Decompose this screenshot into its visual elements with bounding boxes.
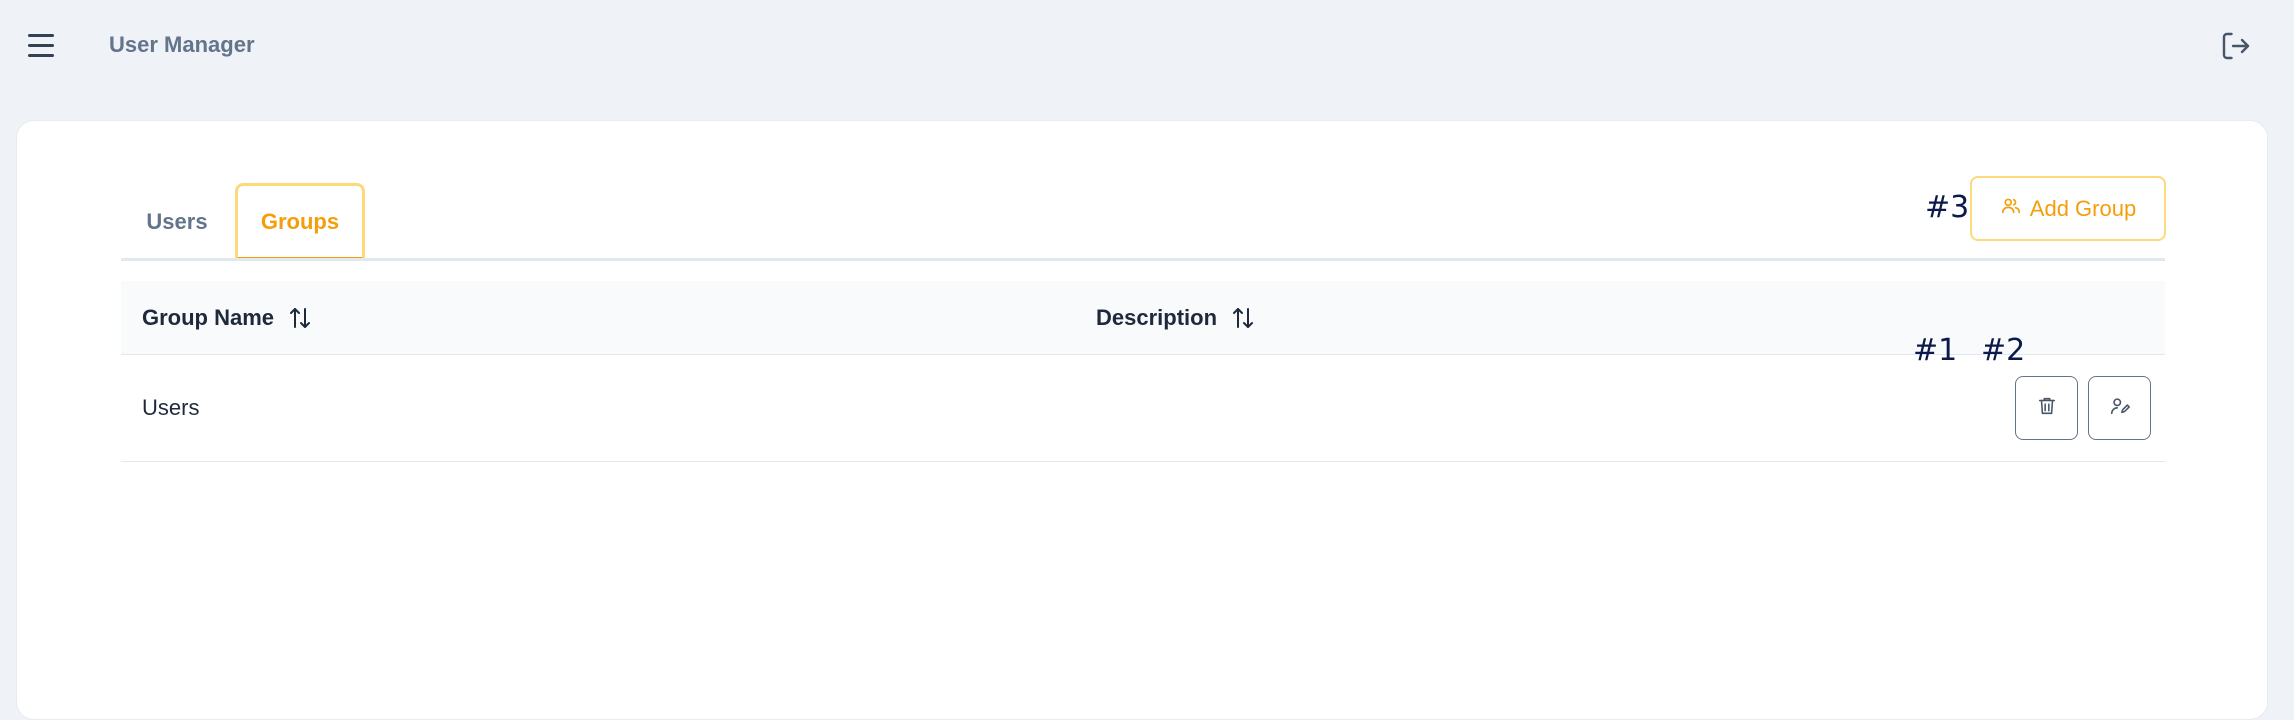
table-header: Group Name Description bbox=[121, 281, 2165, 355]
column-group-name: Group Name bbox=[142, 281, 312, 355]
table-row[interactable]: Users bbox=[121, 355, 2165, 462]
tab-groups[interactable]: Groups bbox=[235, 183, 365, 261]
sort-arrows-icon[interactable] bbox=[288, 305, 312, 331]
marker-add-group: #3 bbox=[1925, 190, 1970, 225]
tab-bar: Users Groups bbox=[121, 183, 365, 261]
column-description-label: Description bbox=[1096, 305, 1218, 330]
logout-icon[interactable] bbox=[2218, 28, 2254, 64]
sort-arrows-icon[interactable] bbox=[1231, 305, 1255, 331]
hamburger-menu-icon[interactable] bbox=[22, 28, 62, 62]
group-name-cell: Users bbox=[142, 395, 200, 420]
tab-divider bbox=[121, 258, 2165, 261]
add-group-button[interactable]: Add Group bbox=[1970, 176, 2166, 241]
add-group-label: Add Group bbox=[2029, 195, 2137, 221]
column-group-name-label: Group Name bbox=[142, 305, 275, 330]
edit-button[interactable] bbox=[2088, 376, 2151, 440]
delete-button[interactable] bbox=[2015, 376, 2078, 440]
user-edit-icon bbox=[2109, 395, 2131, 422]
main-card: Users Groups #3 Add Group Group Name Des… bbox=[16, 120, 2268, 720]
users-icon bbox=[2000, 195, 2022, 223]
top-bar: User Manager bbox=[0, 0, 2294, 90]
column-description: Description bbox=[1096, 281, 1255, 355]
trash-icon bbox=[2036, 395, 2058, 422]
app-title: User Manager bbox=[109, 32, 255, 57]
tab-users[interactable]: Users bbox=[121, 183, 233, 261]
